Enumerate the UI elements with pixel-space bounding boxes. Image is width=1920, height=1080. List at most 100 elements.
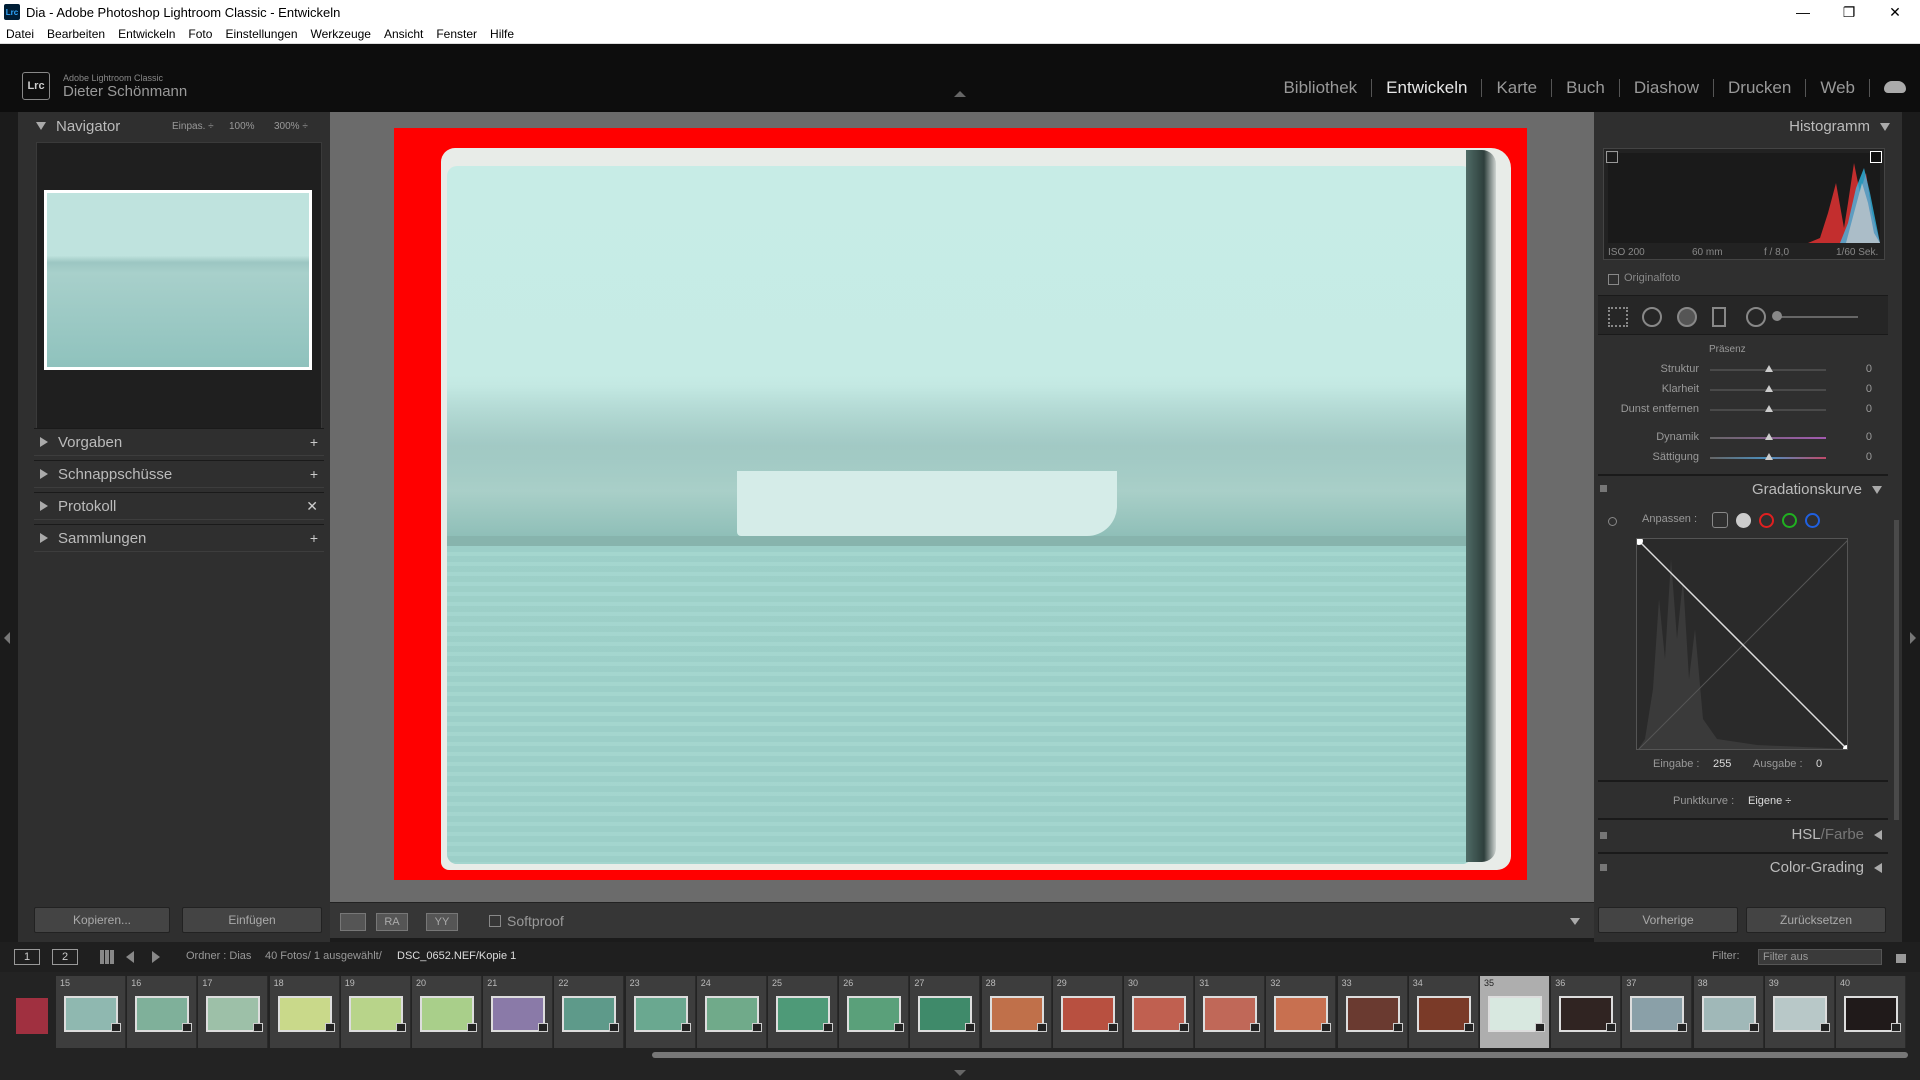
blue-channel-icon[interactable] <box>1805 513 1820 528</box>
menu-bearbeiten[interactable]: Bearbeiten <box>47 27 105 41</box>
filmstrip-thumbnail[interactable] <box>491 996 546 1032</box>
section-protokoll[interactable]: Protokoll ✕ <box>34 492 324 520</box>
green-channel-icon[interactable] <box>1782 513 1797 528</box>
original-photo-checkbox[interactable] <box>1608 274 1619 285</box>
module-bibliothek[interactable]: Bibliothek <box>1269 78 1371 98</box>
panel-switch-icon[interactable] <box>1600 864 1607 871</box>
filmstrip-cell[interactable]: 30 <box>1124 976 1194 1048</box>
menu-entwickeln[interactable]: Entwickeln <box>118 27 175 41</box>
menu-fenster[interactable]: Fenster <box>436 27 477 41</box>
shadow-clipping-icon[interactable] <box>1606 151 1618 163</box>
filmstrip-cell[interactable]: 39 <box>1764 976 1835 1048</box>
filmstrip-cell[interactable]: 16 <box>127 976 198 1048</box>
slider-dynamik-value[interactable]: 0 <box>1866 431 1872 443</box>
panel-switch-icon[interactable] <box>1600 485 1607 492</box>
collapse-triangle-icon[interactable] <box>36 122 46 130</box>
add-preset-icon[interactable]: + <box>310 434 318 450</box>
filmstrip-thumbnail[interactable] <box>1345 996 1400 1032</box>
filmstrip-cell[interactable]: 22 <box>554 976 625 1048</box>
filmstrip-thumbnail[interactable] <box>348 996 403 1032</box>
zoom-fit-option[interactable]: Einpas. ÷ <box>172 121 214 132</box>
slider-klarheit-value[interactable]: 0 <box>1866 383 1872 395</box>
right-panel-toggle-icon[interactable] <box>1910 632 1916 644</box>
filmstrip-thumbnail[interactable] <box>633 996 688 1032</box>
filmstrip-cell[interactable]: 33 <box>1337 976 1408 1048</box>
filmstrip-cell[interactable]: 32 <box>1266 976 1337 1048</box>
histogram[interactable] <box>1603 148 1885 260</box>
highlight-clipping-icon[interactable] <box>1870 151 1882 163</box>
filmstrip-cell[interactable]: 35 <box>1480 976 1550 1048</box>
adjustment-brush-icon[interactable] <box>1772 311 1782 321</box>
filmstrip-thumbnail[interactable] <box>1060 996 1115 1032</box>
clear-history-icon[interactable]: ✕ <box>306 498 318 515</box>
filmstrip-cell[interactable]: 37 <box>1622 976 1693 1048</box>
filmstrip-cell[interactable]: 19 <box>340 976 411 1048</box>
menu-einstellungen[interactable]: Einstellungen <box>225 27 297 41</box>
slider-knob[interactable] <box>1765 453 1773 460</box>
filmstrip-thumbnail[interactable] <box>918 996 973 1032</box>
filmstrip-cell[interactable]: 31 <box>1195 976 1266 1048</box>
filmstrip-thumbnail[interactable] <box>1844 996 1898 1032</box>
red-eye-icon[interactable] <box>1677 307 1697 327</box>
photo-image[interactable] <box>447 166 1472 864</box>
tone-curve-header[interactable]: Gradationskurve <box>1752 481 1882 498</box>
menu-hilfe[interactable]: Hilfe <box>490 27 514 41</box>
filmstrip-cell[interactable]: 15 <box>56 976 126 1048</box>
slider-dunst-entfernen[interactable]: Dunst entfernen 0 <box>1598 401 1888 419</box>
right-panel-scrollbar[interactable] <box>1894 520 1899 820</box>
filmstrip-cell[interactable]: 38 <box>1693 976 1764 1048</box>
spot-removal-icon[interactable] <box>1642 307 1662 327</box>
parametric-curve-icon[interactable] <box>1712 512 1728 528</box>
panel-switch-icon[interactable] <box>1600 832 1607 839</box>
section-sammlungen[interactable]: Sammlungen + <box>34 524 324 552</box>
histogram-header[interactable]: Histogramm <box>1789 118 1890 135</box>
hsl-header[interactable]: HSL / Farbe <box>1791 826 1882 843</box>
filmstrip-thumbnail[interactable] <box>562 996 617 1032</box>
current-file-name[interactable]: DSC_0652.NEF/Kopie 1 <box>397 950 516 962</box>
filmstrip-cell[interactable]: 23 <box>625 976 696 1048</box>
add-snapshot-icon[interactable]: + <box>310 466 318 482</box>
section-vorgaben[interactable]: Vorgaben + <box>34 428 324 456</box>
filmstrip-thumbnail[interactable] <box>1630 996 1685 1032</box>
slider-dynamik[interactable]: Dynamik 0 <box>1598 429 1888 447</box>
slider-struktur[interactable]: Struktur 0 <box>1598 361 1888 379</box>
right-panel-edge[interactable] <box>1902 112 1920 942</box>
zoom-300-option[interactable]: 300% ÷ <box>274 121 308 132</box>
filmstrip-cell[interactable]: 36 <box>1551 976 1622 1048</box>
crop-overlay-icon[interactable] <box>1608 307 1628 327</box>
filmstrip-thumbnail[interactable] <box>64 996 118 1032</box>
filmstrip-cell[interactable]: 17 <box>198 976 269 1048</box>
filmstrip-cell[interactable]: 28 <box>981 976 1052 1048</box>
target-adjust-icon[interactable] <box>1608 517 1617 526</box>
forward-arrow-icon[interactable] <box>152 951 160 963</box>
slider-dunst-value[interactable]: 0 <box>1866 403 1872 415</box>
filmstrip-thumbnail[interactable] <box>420 996 474 1032</box>
filmstrip-cell[interactable]: 25 <box>768 976 838 1048</box>
filmstrip-thumbnail[interactable] <box>704 996 759 1032</box>
previous-settings-button[interactable]: Vorherige <box>1598 907 1738 933</box>
filmstrip-thumbnail[interactable] <box>989 996 1044 1032</box>
graduated-filter-icon[interactable] <box>1712 307 1726 327</box>
expand-triangle-icon[interactable] <box>1874 829 1882 840</box>
filmstrip-thumbnail[interactable] <box>1772 996 1827 1032</box>
module-web[interactable]: Web <box>1806 78 1869 98</box>
filmstrip-cell[interactable]: 20 <box>412 976 482 1048</box>
copy-settings-button[interactable]: Kopieren... <box>34 907 170 933</box>
top-panel-toggle-icon[interactable] <box>954 91 966 97</box>
source-label[interactable]: Ordner : Dias <box>186 950 251 962</box>
module-drucken[interactable]: Drucken <box>1714 78 1805 98</box>
section-schnappschuesse[interactable]: Schnappschüsse + <box>34 460 324 488</box>
before-after-left-right-button[interactable]: RA <box>376 913 408 931</box>
filmstrip-thumbnail[interactable] <box>1701 996 1756 1032</box>
slider-saettigung-value[interactable]: 0 <box>1866 451 1872 463</box>
tone-curve-graph[interactable] <box>1636 538 1848 750</box>
minimize-button[interactable]: — <box>1780 0 1826 24</box>
softproof-checkbox[interactable] <box>489 915 501 927</box>
cloud-sync-icon[interactable] <box>1884 81 1906 93</box>
radial-filter-icon[interactable] <box>1746 307 1766 327</box>
collapse-triangle-icon[interactable] <box>1880 122 1890 131</box>
filmstrip-cell[interactable]: 29 <box>1052 976 1123 1048</box>
point-curve-select[interactable]: Eigene ÷ <box>1748 795 1791 807</box>
filmstrip-thumbnail[interactable] <box>1488 996 1542 1032</box>
partial-thumbnail[interactable] <box>16 998 48 1034</box>
